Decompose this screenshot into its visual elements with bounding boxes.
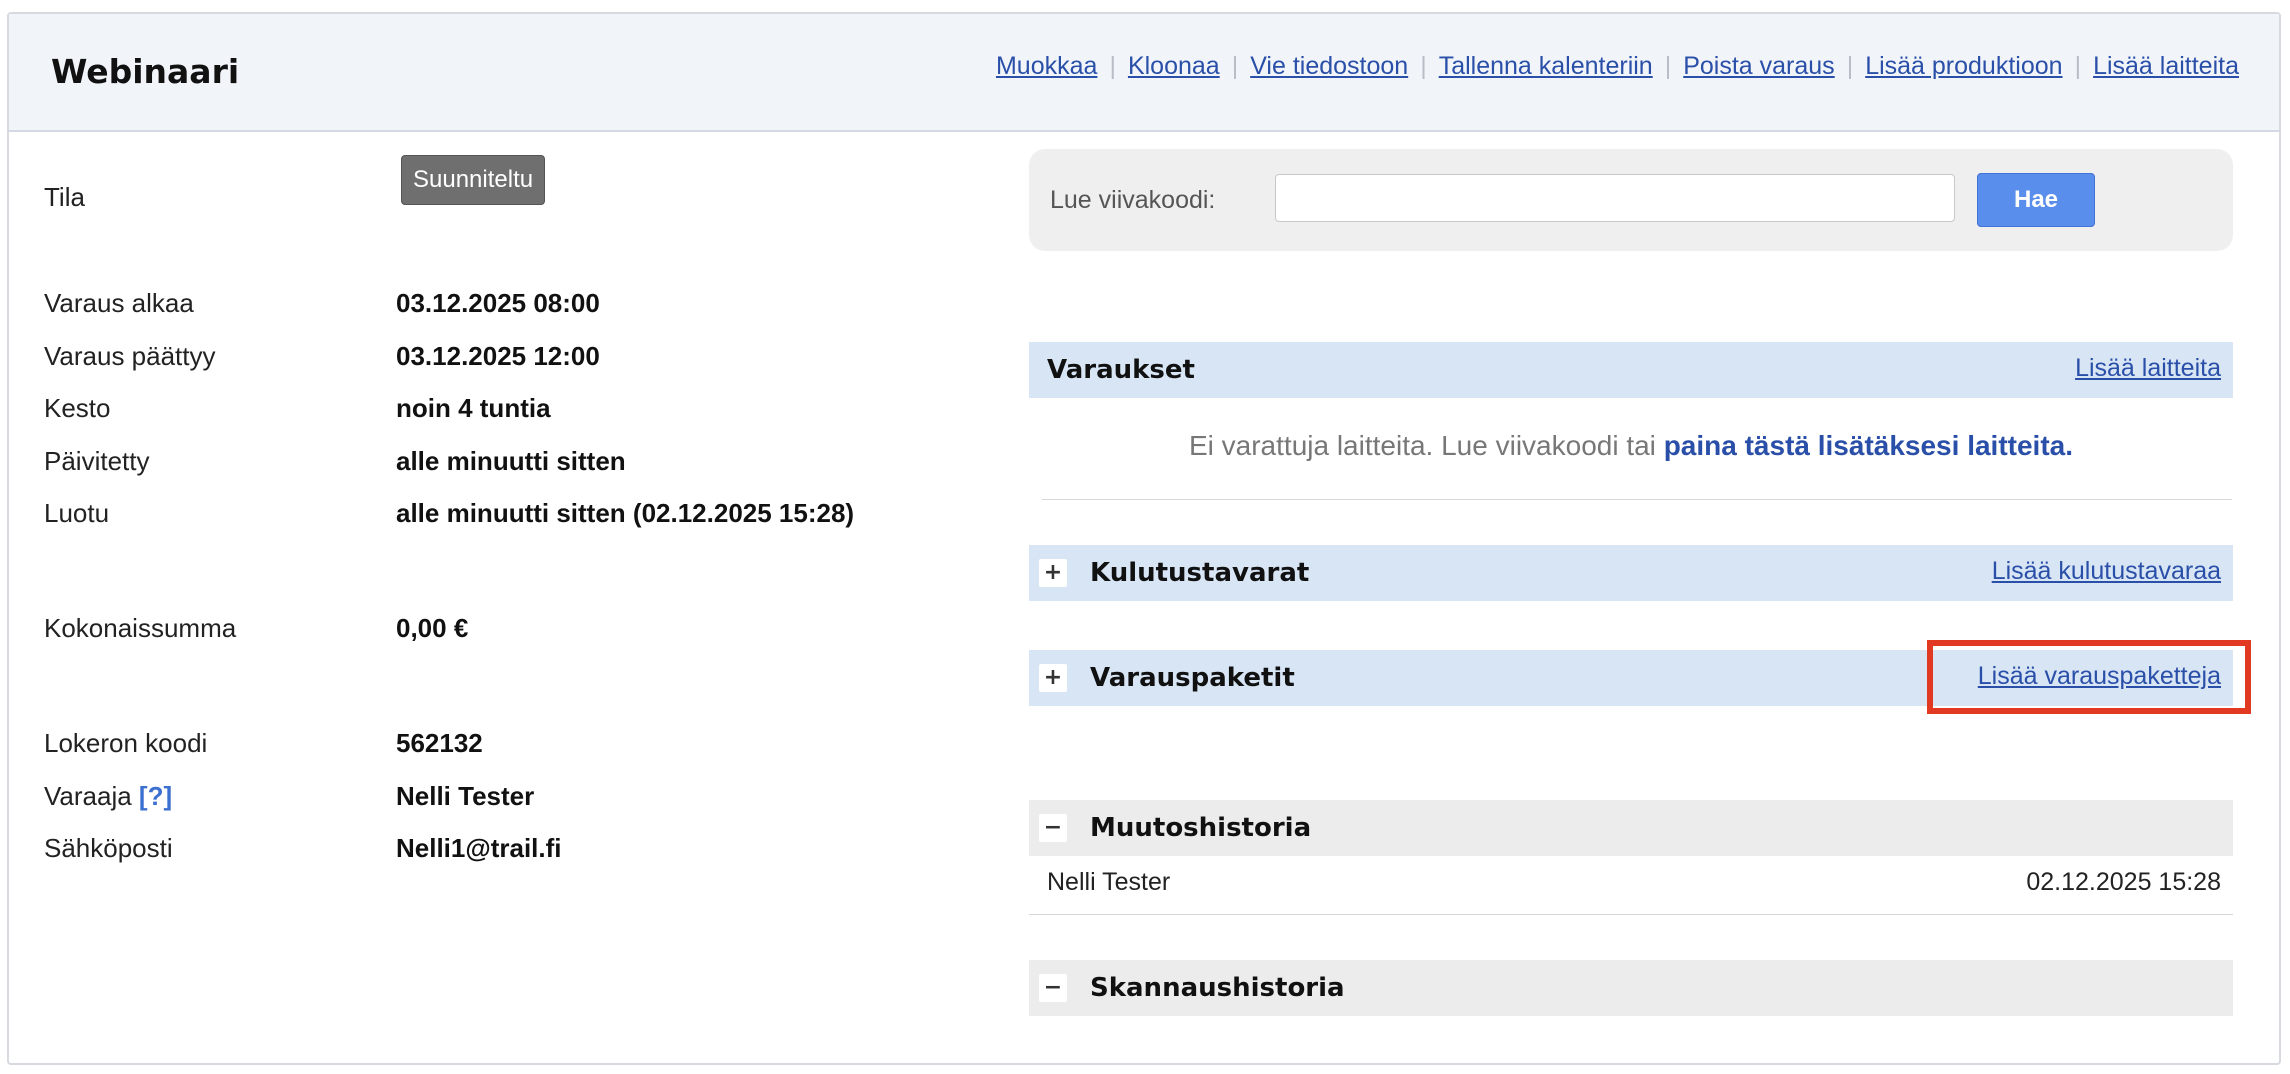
delete-reservation-link[interactable]: Poista varaus [1683, 52, 1834, 80]
separator: | [1109, 52, 1116, 80]
reservations-section-header: Varaukset Lisää laitteita [1029, 342, 2233, 398]
expand-icon[interactable]: + [1039, 559, 1067, 587]
separator: | [1231, 52, 1239, 80]
separator: | [1846, 52, 1854, 80]
history-time: 02.12.2025 15:28 [2026, 868, 2221, 896]
status-label: Tila [44, 182, 85, 212]
divider [1042, 499, 2232, 500]
booker-help-link[interactable]: [?] [139, 781, 172, 811]
panel-header: Webinaari Muokkaa | Kloonaa | Vie tiedostoon… [9, 14, 2279, 132]
history-title: Muutoshistoria [1090, 813, 1312, 843]
barcode-label: Lue viivakoodi: [1050, 186, 1216, 214]
barcode-input[interactable] [1275, 174, 1955, 222]
action-links: Muokkaa | Kloonaa | Vie tiedostoon | Tallenna … [996, 52, 2239, 81]
reservations-empty-message: Ei varattuja laitteita. Lue viivakoodi t… [1029, 430, 2233, 462]
end-value: 03.12.2025 12:00 [396, 341, 600, 371]
add-packages-link[interactable]: Lisää varauspaketteja [1978, 662, 2221, 691]
total-value: 0,00 € [396, 613, 469, 643]
start-label: Varaus alkaa [44, 288, 194, 318]
page-title: Webinaari [51, 52, 240, 91]
duration-value: noin 4 tuntia [396, 393, 551, 423]
collapse-icon[interactable]: − [1039, 814, 1067, 842]
booker-label-row: Varaaja [?] [44, 781, 172, 812]
empty-message-add-link[interactable]: paina tästä lisätäksesi laitteita. [1664, 430, 2073, 461]
export-link[interactable]: Vie tiedostoon [1250, 52, 1408, 80]
consumables-title: Kulutustavarat [1090, 558, 1310, 588]
add-to-production-link[interactable]: Lisää produktioon [1865, 52, 2062, 80]
divider [1029, 914, 2233, 915]
packages-title: Varauspaketit [1090, 663, 1295, 693]
save-to-calendar-link[interactable]: Tallenna kalenteriin [1439, 52, 1653, 80]
created-value: alle minuutti sitten (02.12.2025 15:28) [396, 498, 855, 528]
reservations-title: Varaukset [1047, 355, 1195, 385]
separator: | [1420, 52, 1427, 80]
start-value: 03.12.2025 08:00 [396, 288, 600, 318]
email-label: Sähköposti [44, 833, 173, 863]
updated-label: Päivitetty [44, 446, 150, 476]
clone-link[interactable]: Kloonaa [1128, 52, 1220, 80]
packages-section-header[interactable]: + Varauspaketit Lisää varauspaketteja [1029, 650, 2233, 706]
separator: | [2074, 52, 2082, 80]
history-user: Nelli Tester [1047, 868, 1171, 896]
search-button[interactable]: Hae [1977, 173, 2095, 227]
expand-icon[interactable]: + [1039, 664, 1067, 692]
barcode-box: Lue viivakoodi: Hae [1029, 149, 2233, 251]
history-section-header[interactable]: − Muutoshistoria [1029, 800, 2233, 856]
duration-label: Kesto [44, 393, 111, 423]
email-value: Nelli1@trail.fi [396, 833, 562, 863]
created-label: Luotu [44, 498, 110, 528]
consumables-section-header[interactable]: + Kulutustavarat Lisää kulutustavaraa [1029, 545, 2233, 601]
reservations-add-equipment-link[interactable]: Lisää laitteita [2075, 354, 2221, 383]
scan-history-section-header[interactable]: − Skannaushistoria [1029, 960, 2233, 1016]
end-label: Varaus päättyy [44, 341, 216, 371]
locker-code-label: Lokeron koodi [44, 728, 208, 758]
scan-history-title: Skannaushistoria [1090, 973, 1345, 1003]
add-consumables-link[interactable]: Lisää kulutustavaraa [1992, 557, 2221, 586]
collapse-icon[interactable]: − [1039, 974, 1067, 1002]
updated-value: alle minuutti sitten [396, 446, 626, 476]
locker-code-value: 562132 [396, 728, 483, 758]
edit-link[interactable]: Muokkaa [996, 52, 1097, 80]
booker-value: Nelli Tester [396, 781, 535, 811]
empty-message-text: Ei varattuja laitteita. Lue viivakoodi t… [1188, 430, 1664, 461]
separator: | [1664, 52, 1672, 80]
total-label: Kokonaissumma [44, 613, 237, 643]
status-badge: Suunniteltu [401, 155, 546, 205]
add-equipment-link[interactable]: Lisää laitteita [2093, 52, 2239, 80]
booker-label: Varaaja [44, 781, 132, 811]
